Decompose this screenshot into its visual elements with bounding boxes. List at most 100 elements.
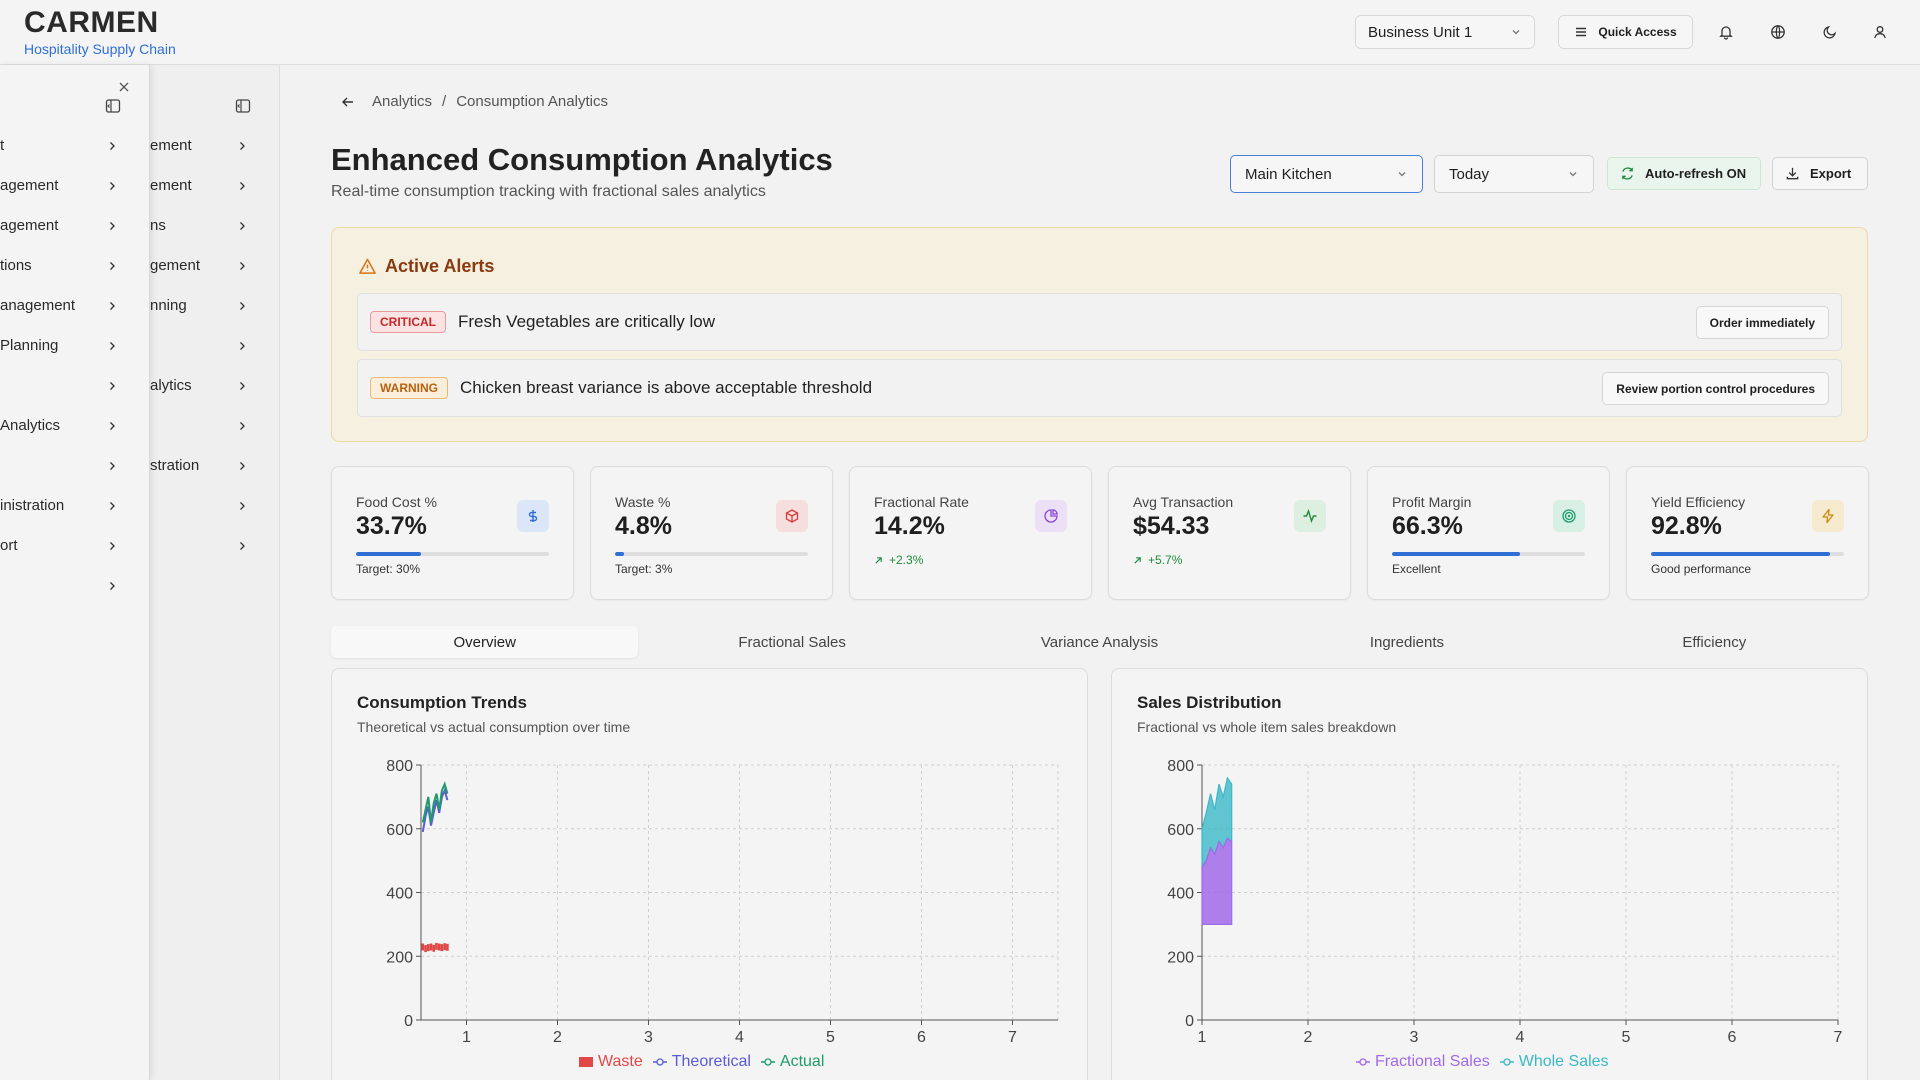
waste-bar[interactable]: [421, 943, 425, 951]
brand-name: CARMEN: [24, 6, 159, 39]
page-subtitle: Real-time consumption tracking with frac…: [331, 183, 766, 200]
box-icon: [776, 500, 808, 532]
x-tick-label: 4: [735, 1029, 744, 1046]
kpi-value: 92.8%: [1651, 512, 1722, 540]
sidebar-item-label: tions: [0, 256, 32, 274]
sidebar-item[interactable]: nning: [150, 285, 250, 325]
tab-ingredients[interactable]: Ingredients: [1253, 626, 1560, 658]
sidebar-item[interactable]: ement: [150, 165, 250, 205]
chevron-right-icon: [236, 139, 248, 151]
sidebar-item[interactable]: ement: [150, 125, 250, 165]
sidebar-item[interactable]: gement: [150, 245, 250, 285]
sidebar-item[interactable]: inistration: [0, 485, 120, 525]
tab-fractional-sales[interactable]: Fractional Sales: [638, 626, 945, 658]
chevron-right-icon: [106, 419, 118, 431]
sidebar-item[interactable]: [150, 525, 250, 565]
review-portion-button[interactable]: Review portion control procedures: [1602, 372, 1829, 405]
close-icon[interactable]: [118, 81, 130, 93]
breadcrumb-root[interactable]: Analytics: [372, 93, 432, 110]
sidebar-item[interactable]: [150, 485, 250, 525]
waste-bar[interactable]: [435, 942, 438, 950]
auto-refresh-button[interactable]: Auto-refresh ON: [1607, 157, 1761, 190]
legend-actual[interactable]: Actual: [760, 1053, 824, 1071]
waste-bar[interactable]: [432, 944, 436, 952]
waste-bar[interactable]: [429, 943, 433, 951]
x-tick-label: 6: [917, 1029, 926, 1046]
legend-fractional-sales[interactable]: Fractional Sales: [1356, 1053, 1490, 1071]
activity-icon: [1294, 500, 1326, 532]
legend-theoretical[interactable]: Theoretical: [652, 1053, 751, 1071]
alert-item: CRITICAL Fresh Vegetables are critically…: [357, 293, 1842, 351]
chart-legend: Waste Theoretical Actual: [579, 1053, 824, 1071]
sidebar-item[interactable]: [0, 365, 120, 405]
sidebar-item[interactable]: agement: [0, 165, 120, 205]
y-tick-label: 400: [1167, 886, 1194, 903]
globe-icon[interactable]: [1766, 20, 1790, 44]
kpi-trend: +2.3%: [874, 553, 923, 567]
pie-icon: [1035, 500, 1067, 532]
sidebar-item-label: inistration: [0, 496, 65, 514]
period-select[interactable]: Today: [1434, 155, 1594, 193]
tab-variance-analysis[interactable]: Variance Analysis: [946, 626, 1253, 658]
analytics-tabs: Overview Fractional Sales Variance Analy…: [331, 626, 1868, 658]
sidebar-item-label: alytics: [150, 376, 192, 394]
sidebar-item[interactable]: alytics: [150, 365, 250, 405]
kpi-trend: +5.7%: [1133, 553, 1182, 567]
user-icon[interactable]: [1868, 20, 1892, 44]
y-tick-label: 0: [1185, 1013, 1194, 1030]
y-tick-label: 800: [386, 758, 413, 775]
sidebar-item[interactable]: [150, 325, 250, 365]
sidebar-item[interactable]: agement: [0, 205, 120, 245]
chevron-right-icon: [106, 299, 118, 311]
waste-bar[interactable]: [424, 945, 427, 953]
chevron-right-icon: [106, 139, 118, 151]
y-tick-label: 600: [1167, 822, 1194, 839]
business-unit-select[interactable]: Business Unit 1: [1355, 15, 1535, 49]
sidebar-item[interactable]: ort: [0, 525, 120, 565]
waste-bar[interactable]: [440, 944, 444, 952]
sidebar-item[interactable]: ns: [150, 205, 250, 245]
tab-efficiency[interactable]: Efficiency: [1561, 626, 1868, 658]
target-icon: [1553, 500, 1585, 532]
order-immediately-button[interactable]: Order immediately: [1695, 306, 1829, 339]
moon-icon[interactable]: [1818, 20, 1842, 44]
sidebar-item[interactable]: [0, 565, 120, 605]
breadcrumb: Analytics / Consumption Analytics: [340, 93, 608, 110]
kpi-card: Food Cost % 33.7% Target: 30%: [331, 466, 574, 600]
kpi-progress-bar: [356, 552, 549, 556]
x-tick-label: 3: [644, 1029, 653, 1046]
x-tick-label: 6: [1728, 1029, 1737, 1046]
back-arrow-icon[interactable]: [340, 94, 356, 110]
waste-bar[interactable]: [443, 943, 446, 951]
legend-waste[interactable]: Waste: [579, 1053, 643, 1071]
sidebar-item[interactable]: [150, 405, 250, 445]
waste-bar[interactable]: [426, 944, 430, 952]
sidebar-item[interactable]: anagement: [0, 285, 120, 325]
waste-bar[interactable]: [437, 943, 441, 951]
sidebar-toggle-icon[interactable]: [235, 98, 251, 114]
chevron-right-icon: [236, 459, 248, 471]
kpi-card: Profit Margin 66.3% Excellent: [1367, 466, 1610, 600]
sidebar-item[interactable]: t: [0, 125, 120, 165]
y-tick-label: 200: [386, 949, 413, 966]
sidebar-item[interactable]: tions: [0, 245, 120, 285]
chevron-right-icon: [236, 379, 248, 391]
dollar-icon: [517, 500, 549, 532]
sidebar-item[interactable]: Planning: [0, 325, 120, 365]
chevron-right-icon: [236, 259, 248, 271]
x-tick-label: 5: [826, 1029, 835, 1046]
sidebar-item[interactable]: stration: [150, 445, 250, 485]
chart-legend: Fractional Sales Whole Sales: [1356, 1053, 1609, 1071]
export-button[interactable]: Export: [1772, 157, 1868, 190]
legend-whole-sales[interactable]: Whole Sales: [1499, 1053, 1609, 1071]
location-select[interactable]: Main Kitchen: [1230, 155, 1423, 193]
brand[interactable]: CARMEN Hospitality Supply Chain: [24, 6, 176, 58]
sidebar-item[interactable]: Analytics: [0, 405, 120, 445]
waste-bar[interactable]: [446, 943, 449, 951]
sidebar-toggle-icon[interactable]: [105, 98, 121, 114]
tab-overview[interactable]: Overview: [331, 626, 639, 658]
sidebar-item[interactable]: [0, 445, 120, 485]
bell-icon[interactable]: [1714, 20, 1738, 44]
quick-access-button[interactable]: Quick Access: [1558, 15, 1693, 49]
sidebar-item-label: ement: [150, 136, 192, 154]
